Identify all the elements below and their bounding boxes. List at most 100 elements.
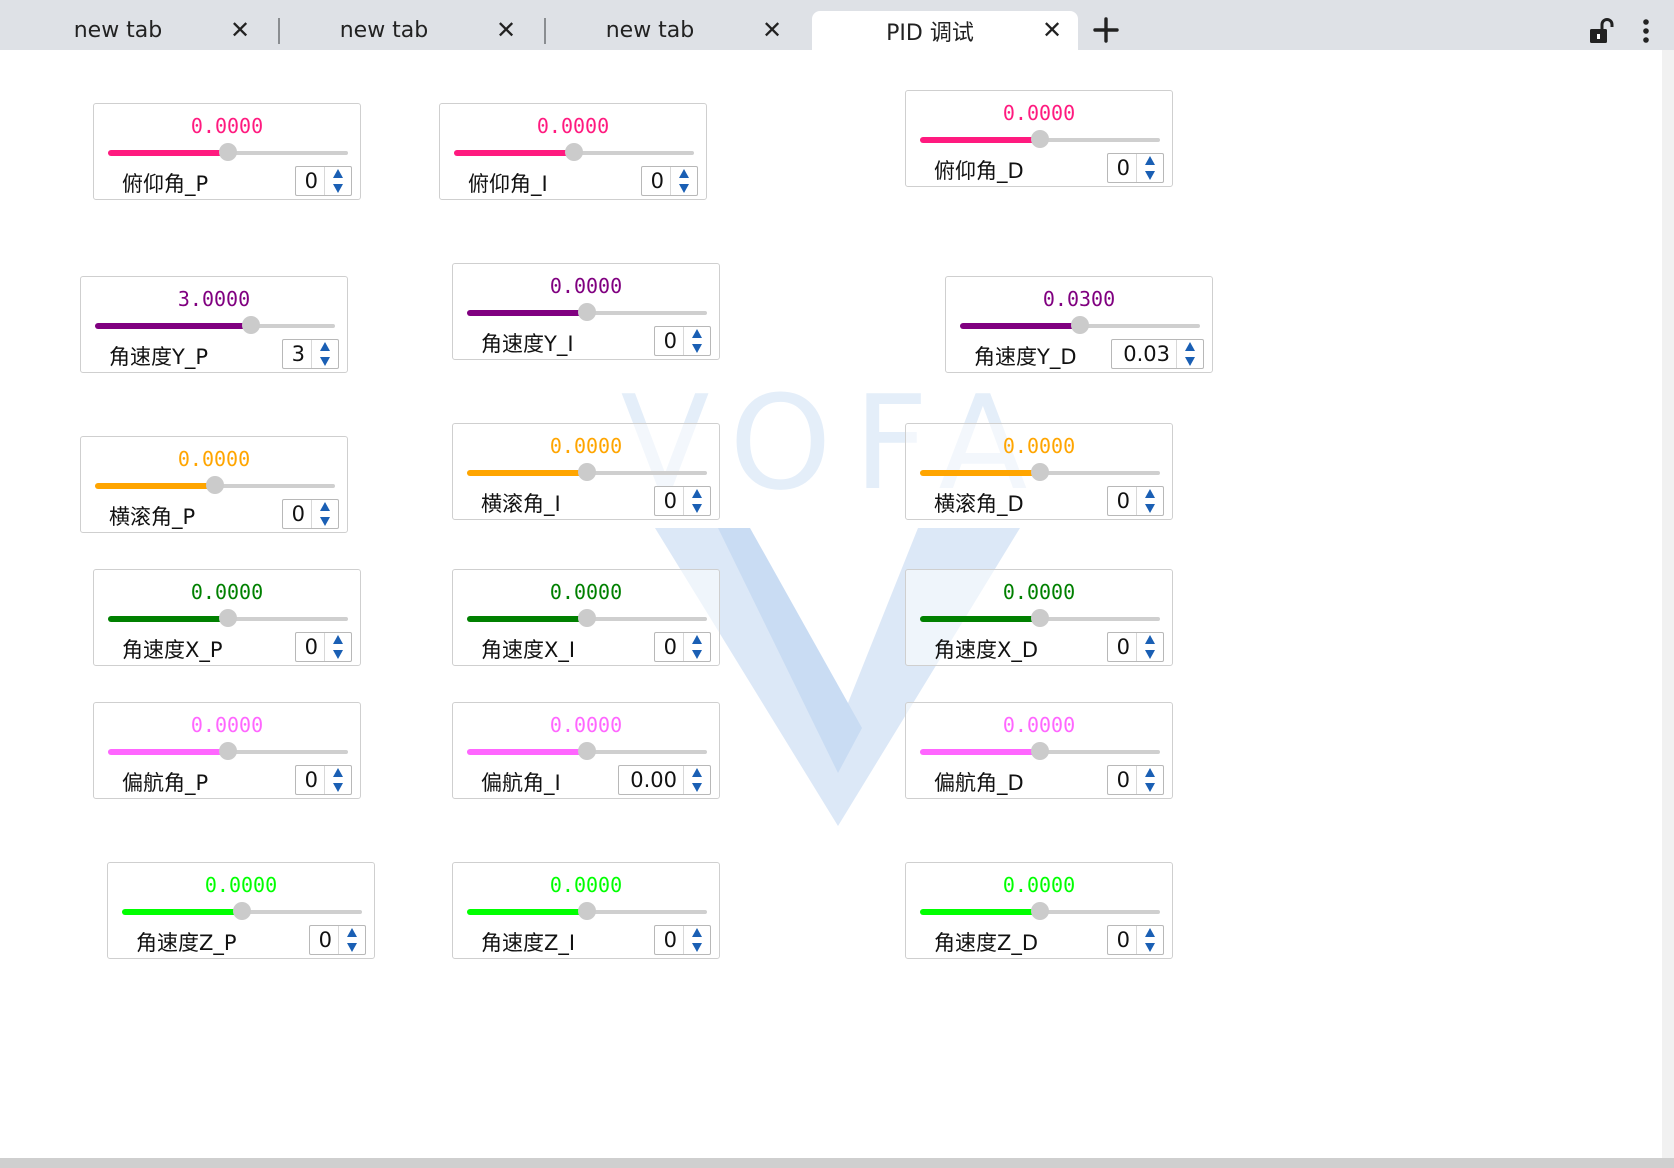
tab-pid-tuning[interactable]: PID 调试 ✕ xyxy=(812,11,1078,50)
slider-thumb[interactable] xyxy=(219,143,237,161)
value-slider[interactable] xyxy=(454,143,694,161)
spin-buttons[interactable] xyxy=(1136,487,1163,515)
value-slider[interactable] xyxy=(108,742,348,760)
value-input[interactable] xyxy=(1108,927,1136,953)
spin-arrows-icon[interactable] xyxy=(332,767,344,793)
value-slider[interactable] xyxy=(920,463,1160,481)
slider-thumb[interactable] xyxy=(206,476,224,494)
value-slider[interactable] xyxy=(108,143,348,161)
slider-thumb[interactable] xyxy=(578,609,596,627)
spin-arrows-icon[interactable] xyxy=(332,168,344,194)
close-icon[interactable]: ✕ xyxy=(492,17,520,45)
spin-buttons[interactable] xyxy=(338,926,365,954)
spin-arrows-icon[interactable] xyxy=(1184,341,1196,367)
value-stepper[interactable] xyxy=(618,765,711,795)
value-slider[interactable] xyxy=(95,316,335,334)
value-slider[interactable] xyxy=(467,609,707,627)
close-icon[interactable]: ✕ xyxy=(1038,17,1066,45)
spin-arrows-icon[interactable] xyxy=(691,927,703,953)
spin-buttons[interactable] xyxy=(683,633,710,661)
slider-thumb[interactable] xyxy=(219,609,237,627)
slider-thumb[interactable] xyxy=(1031,130,1049,148)
spin-buttons[interactable] xyxy=(1136,926,1163,954)
value-slider[interactable] xyxy=(108,609,348,627)
slider-thumb[interactable] xyxy=(219,742,237,760)
value-input[interactable] xyxy=(655,488,683,514)
slider-thumb[interactable] xyxy=(233,902,251,920)
more-vertical-icon[interactable] xyxy=(1634,16,1658,46)
value-slider[interactable] xyxy=(122,902,362,920)
value-stepper[interactable] xyxy=(1107,765,1164,795)
slider-thumb[interactable] xyxy=(242,316,260,334)
value-stepper[interactable] xyxy=(295,765,352,795)
unlock-icon[interactable] xyxy=(1586,16,1616,46)
value-stepper[interactable] xyxy=(295,632,352,662)
spin-arrows-icon[interactable] xyxy=(346,927,358,953)
slider-thumb[interactable] xyxy=(1031,609,1049,627)
value-input[interactable] xyxy=(310,927,338,953)
slider-thumb[interactable] xyxy=(565,143,583,161)
slider-thumb[interactable] xyxy=(578,902,596,920)
plus-icon[interactable] xyxy=(1090,14,1122,46)
value-input[interactable] xyxy=(296,767,324,793)
spin-arrows-icon[interactable] xyxy=(691,634,703,660)
value-input[interactable] xyxy=(296,634,324,660)
spin-buttons[interactable] xyxy=(683,926,710,954)
value-input[interactable] xyxy=(1108,155,1136,181)
spin-arrows-icon[interactable] xyxy=(691,767,703,793)
value-stepper[interactable] xyxy=(654,326,711,356)
spin-arrows-icon[interactable] xyxy=(1144,634,1156,660)
value-stepper[interactable] xyxy=(1107,486,1164,516)
slider-thumb[interactable] xyxy=(1031,463,1049,481)
slider-thumb[interactable] xyxy=(578,463,596,481)
value-stepper[interactable] xyxy=(282,339,339,369)
value-input[interactable] xyxy=(1108,634,1136,660)
spin-arrows-icon[interactable] xyxy=(319,501,331,527)
spin-buttons[interactable] xyxy=(311,500,338,528)
spin-buttons[interactable] xyxy=(683,766,710,794)
spin-arrows-icon[interactable] xyxy=(678,168,690,194)
value-stepper[interactable] xyxy=(1111,339,1204,369)
spin-arrows-icon[interactable] xyxy=(319,341,331,367)
value-stepper[interactable] xyxy=(654,925,711,955)
value-stepper[interactable] xyxy=(282,499,339,529)
value-input[interactable] xyxy=(655,634,683,660)
value-stepper[interactable] xyxy=(1107,925,1164,955)
tab-new-tab-1[interactable]: new tab ✕ xyxy=(0,11,266,50)
value-input[interactable] xyxy=(1112,341,1176,367)
value-slider[interactable] xyxy=(467,463,707,481)
value-input[interactable] xyxy=(655,927,683,953)
spin-arrows-icon[interactable] xyxy=(691,328,703,354)
slider-thumb[interactable] xyxy=(578,742,596,760)
value-slider[interactable] xyxy=(467,742,707,760)
spin-arrows-icon[interactable] xyxy=(691,488,703,514)
value-input[interactable] xyxy=(619,767,683,793)
value-stepper[interactable] xyxy=(641,166,698,196)
value-input[interactable] xyxy=(283,341,311,367)
spin-buttons[interactable] xyxy=(670,167,697,195)
spin-buttons[interactable] xyxy=(683,487,710,515)
value-stepper[interactable] xyxy=(654,486,711,516)
spin-buttons[interactable] xyxy=(324,766,351,794)
spin-buttons[interactable] xyxy=(683,327,710,355)
spin-buttons[interactable] xyxy=(1136,633,1163,661)
value-stepper[interactable] xyxy=(1107,632,1164,662)
spin-buttons[interactable] xyxy=(324,167,351,195)
spin-buttons[interactable] xyxy=(311,340,338,368)
value-input[interactable] xyxy=(296,168,324,194)
slider-thumb[interactable] xyxy=(1031,742,1049,760)
value-input[interactable] xyxy=(1108,488,1136,514)
tab-new-tab-3[interactable]: new tab ✕ xyxy=(532,11,798,50)
value-slider[interactable] xyxy=(960,316,1200,334)
value-slider[interactable] xyxy=(920,130,1160,148)
close-icon[interactable]: ✕ xyxy=(758,17,786,45)
spin-buttons[interactable] xyxy=(324,633,351,661)
value-slider[interactable] xyxy=(95,476,335,494)
value-input[interactable] xyxy=(283,501,311,527)
value-input[interactable] xyxy=(642,168,670,194)
spin-arrows-icon[interactable] xyxy=(1144,155,1156,181)
slider-thumb[interactable] xyxy=(1031,902,1049,920)
value-slider[interactable] xyxy=(920,742,1160,760)
value-input[interactable] xyxy=(1108,767,1136,793)
spin-arrows-icon[interactable] xyxy=(1144,927,1156,953)
